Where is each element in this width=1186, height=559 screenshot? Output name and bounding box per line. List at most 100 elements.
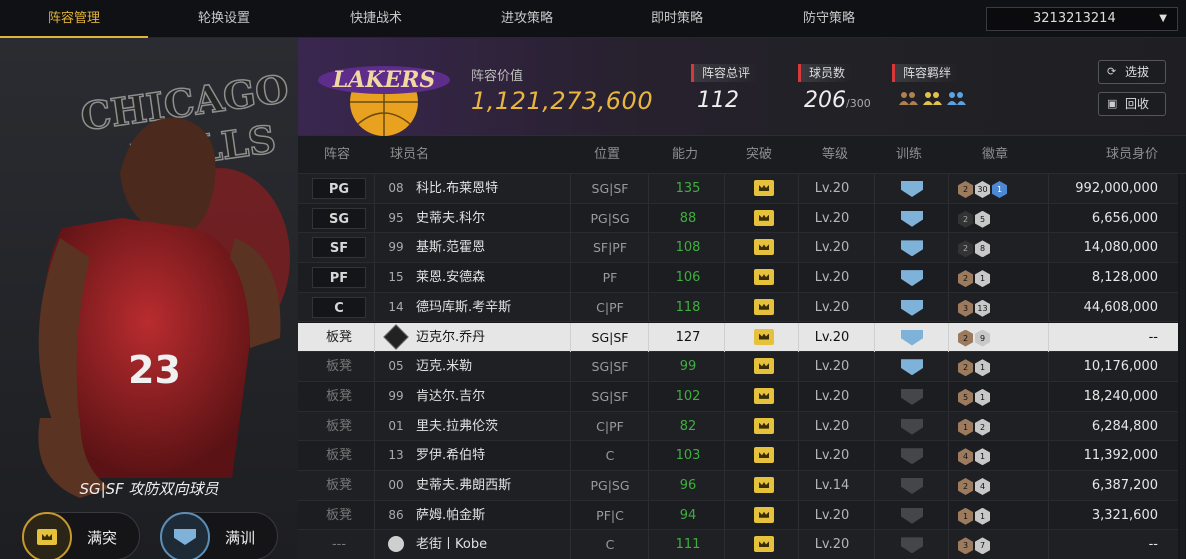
- badges-cell[interactable]: 51: [950, 382, 1050, 411]
- slot-label: 板凳: [325, 329, 352, 345]
- training-shield-icon: [901, 388, 923, 405]
- crown-icon: [754, 239, 774, 256]
- training-shield-icon: [901, 537, 923, 554]
- account-id: 3213213214: [1033, 11, 1116, 26]
- jersey-cell: [383, 323, 409, 352]
- col-price[interactable]: 球员身价: [1106, 136, 1158, 174]
- break-cell[interactable]: [726, 174, 802, 203]
- training-cell[interactable]: [874, 412, 950, 441]
- lineup-value: 1,121,273,600: [471, 87, 654, 115]
- table-row[interactable]: --- 老街丨Kobe C 111 Lv.20 3 7 --: [298, 530, 1178, 559]
- table-row[interactable]: 板凳 00 史蒂夫.弗朗西斯 PG|SG 96 Lv.14 2 4 6,387,200: [298, 471, 1178, 501]
- break-cell[interactable]: [726, 263, 802, 292]
- table-row[interactable]: SF 99 基斯.范霍恩 SF|PF 108 Lv.20 2 8 14,080,000: [298, 233, 1178, 264]
- badges-cell[interactable]: 24: [950, 471, 1050, 500]
- break-cell[interactable]: [726, 441, 802, 470]
- training-cell[interactable]: [874, 352, 950, 381]
- badges-cell[interactable]: 37: [950, 530, 1050, 559]
- player-level: Lv.20: [814, 329, 850, 345]
- table-row[interactable]: C 14 德玛库斯.考辛斯 C|PF 118 Lv.20 3 13 44,608,000: [298, 292, 1178, 323]
- jersey-cell: 01: [384, 412, 408, 441]
- badges-cell[interactable]: 28: [950, 233, 1050, 262]
- break-cell[interactable]: [726, 352, 802, 381]
- table-row[interactable]: 板凳 01 里夫.拉弗伦茨 C|PF 82 Lv.20 1 2 6,284,800: [298, 411, 1178, 442]
- training-cell[interactable]: [874, 441, 950, 470]
- tab-quick-tactics[interactable]: 快捷战术: [302, 0, 450, 38]
- table-row[interactable]: 板凳 86 萨姆.帕金斯 PF|C 94 Lv.20 1 1 3,321,600: [298, 500, 1178, 531]
- table-row[interactable]: 板凳 13 罗伊.希伯特 C 103 Lv.20 4 1 11,392,000: [298, 441, 1178, 471]
- badges-cell[interactable]: 11: [950, 501, 1050, 530]
- training-cell[interactable]: [874, 204, 950, 233]
- break-cell[interactable]: [726, 204, 802, 233]
- break-cell[interactable]: [726, 412, 802, 441]
- break-cell[interactable]: [726, 471, 802, 500]
- col-level[interactable]: 等级: [822, 136, 848, 174]
- badges-cell[interactable]: 41: [950, 441, 1050, 470]
- training-cell[interactable]: [874, 501, 950, 530]
- col-badges[interactable]: 徽章: [982, 136, 1008, 174]
- jersey-num: 13: [388, 448, 404, 463]
- break-cell[interactable]: [726, 530, 802, 559]
- jersey-cell: 05: [384, 352, 408, 381]
- table-row[interactable]: PG 08 科比.布莱恩特 SG|SF 135 Lv.20 2 30 1 992,000,000: [298, 174, 1178, 204]
- break-cell[interactable]: [726, 382, 802, 411]
- badges-cell[interactable]: 21: [950, 263, 1050, 292]
- break-cell[interactable]: [726, 293, 802, 322]
- player-position: C|PF: [596, 418, 624, 434]
- training-cell[interactable]: [874, 233, 950, 262]
- recycle-button[interactable]: ▣ 回收: [1098, 92, 1166, 116]
- crown-icon: [754, 180, 774, 196]
- player-name: 史蒂夫.弗朗西斯: [416, 478, 512, 493]
- badges-cell[interactable]: 3 13: [950, 293, 1050, 322]
- player-price: --: [1148, 537, 1158, 553]
- col-position[interactable]: 位置: [594, 136, 620, 174]
- max-break-badge[interactable]: 满突: [22, 512, 140, 559]
- tab-offense[interactable]: 进攻策略: [453, 0, 601, 38]
- tab-rotation[interactable]: 轮换设置: [150, 0, 298, 38]
- break-cell[interactable]: [726, 323, 802, 352]
- bond-blue-icon[interactable]: [946, 90, 966, 106]
- training-cell[interactable]: [874, 174, 950, 203]
- tab-instant[interactable]: 即时策略: [603, 0, 751, 38]
- table-scrollbar[interactable]: [1180, 174, 1185, 559]
- col-name[interactable]: 球员名: [390, 136, 429, 174]
- table-header: 阵容 球员名 位置 能力 突破 等级 训练 徽章 球员身价: [298, 136, 1186, 174]
- tab-lineup[interactable]: 阵容管理: [0, 0, 148, 38]
- table-row-selected[interactable]: 板凳 迈克尔.乔丹 SG|SF 127 Lv.20 2 9 --: [298, 322, 1178, 353]
- draft-button[interactable]: ⟳ 选拔: [1098, 60, 1166, 84]
- table-row[interactable]: 板凳 05 迈克.米勒 SG|SF 99 Lv.20 2 1 10,176,000: [298, 352, 1178, 382]
- badges-cell[interactable]: 21: [950, 352, 1050, 381]
- slot-label: SF: [312, 237, 366, 259]
- col-slot[interactable]: 阵容: [324, 136, 350, 174]
- col-ability[interactable]: 能力: [672, 136, 698, 174]
- shield-icon: [160, 512, 210, 559]
- table-row[interactable]: SG 95 史蒂夫.科尔 PG|SG 88 Lv.20 2 5 6,656,000: [298, 203, 1178, 234]
- crown-icon: [754, 417, 774, 434]
- badges-cell[interactable]: 25: [950, 204, 1050, 233]
- bond-gold-icon[interactable]: [922, 90, 942, 106]
- max-train-badge[interactable]: 满训: [160, 512, 278, 559]
- training-cell[interactable]: [874, 323, 950, 352]
- training-cell[interactable]: [874, 293, 950, 322]
- col-break[interactable]: 突破: [746, 136, 772, 174]
- badges-cell[interactable]: 29: [950, 323, 1050, 352]
- badges-cell[interactable]: 12: [950, 412, 1050, 441]
- account-dropdown[interactable]: 3213213214 ▼: [986, 7, 1178, 31]
- player-position: SG|SF: [591, 181, 629, 196]
- break-cell[interactable]: [726, 233, 802, 262]
- training-cell[interactable]: [874, 471, 950, 500]
- table-row[interactable]: 板凳 99 肯达尔.吉尔 SG|SF 102 Lv.20 5 1 18,240,000: [298, 381, 1178, 412]
- player-position: SG|SF: [591, 359, 629, 375]
- player-portrait-panel: CHICAGOBULLS 23 SG|SF 攻防双向球员 满突 满训: [0, 38, 298, 559]
- bond-bronze-icon[interactable]: [898, 90, 918, 106]
- badge-hex-icon: 1: [975, 270, 990, 288]
- tab-defense[interactable]: 防守策略: [755, 0, 903, 38]
- training-cell[interactable]: [874, 382, 950, 411]
- training-cell[interactable]: [874, 530, 950, 559]
- badges-cell[interactable]: 2 30 1: [950, 174, 1050, 203]
- break-cell[interactable]: [726, 501, 802, 530]
- table-row[interactable]: PF 15 莱恩.安德森 PF 106 Lv.20 2 1 8,128,000: [298, 263, 1178, 293]
- training-cell[interactable]: [874, 263, 950, 292]
- col-training[interactable]: 训练: [896, 136, 922, 174]
- lineup-value-label: 阵容价值: [471, 69, 524, 84]
